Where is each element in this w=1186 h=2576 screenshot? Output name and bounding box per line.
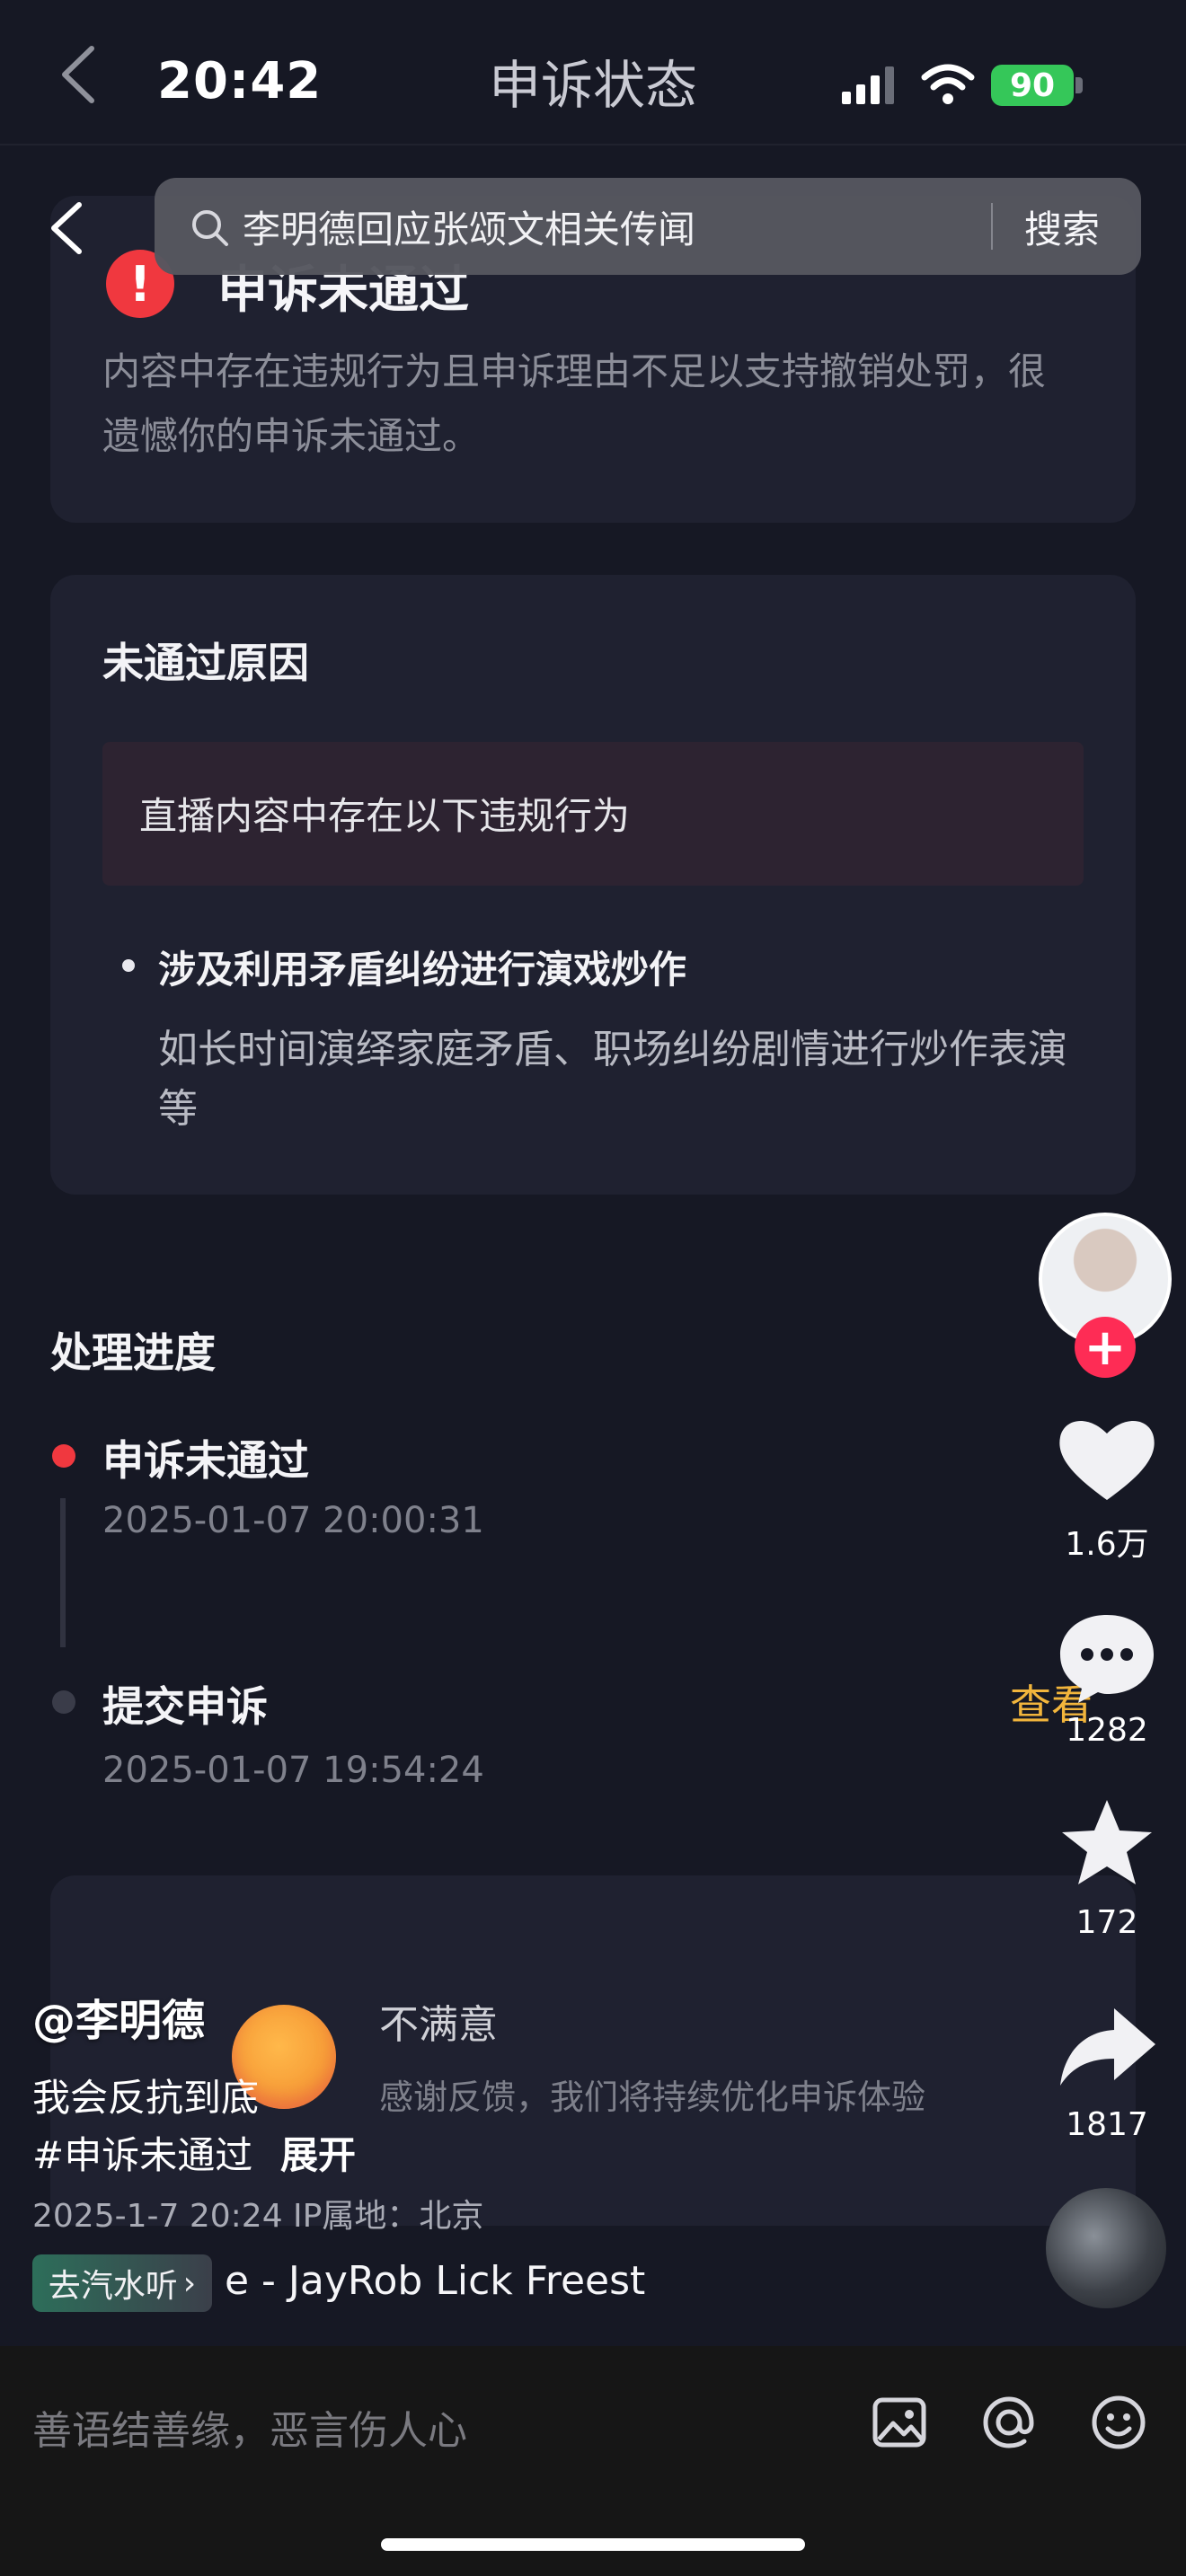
share-icon[interactable] [1051, 1999, 1163, 2098]
comment-input[interactable]: 善语结善缘，恶言伤人心 [32, 2398, 467, 2456]
step-time: 2025-01-07 19:54:24 [102, 1750, 484, 1791]
emoji-icon[interactable] [1087, 2391, 1150, 2454]
step-dot-current [52, 1444, 75, 1468]
expand-button[interactable]: 展开 [280, 2125, 356, 2180]
caption-hashtag[interactable]: #申诉未通过 [32, 2125, 252, 2180]
music-disc[interactable] [1046, 2188, 1166, 2308]
heart-icon[interactable] [1051, 1410, 1163, 1509]
star-icon[interactable] [1051, 1796, 1163, 1895]
step-dot [52, 1690, 75, 1714]
follow-button[interactable]: + [1075, 1317, 1136, 1378]
post-meta: 2025-1-7 20:24 IP属地：北京 [32, 2198, 484, 2235]
timeline-line [60, 1498, 66, 1647]
share-count: 1817 [1066, 2106, 1148, 2143]
reason-title: 未通过原因 [102, 639, 309, 687]
violation-description: 如长时间演绎家庭矛盾、职场纠纷剧情进行炒作表演等 [158, 1027, 1067, 1132]
at-mention-icon[interactable] [978, 2391, 1040, 2454]
like-count: 1.6万 [1065, 1526, 1149, 1563]
search-button[interactable]: 搜索 [1024, 199, 1100, 254]
caption-line: 我会反抗到底 [32, 2076, 260, 2120]
battery-indicator: 90 [991, 65, 1074, 106]
comment-count: 1282 [1066, 1712, 1148, 1749]
music-tag-label: 去汽水听 [48, 2268, 178, 2305]
music-title[interactable]: e - JayRob Lick Freest [225, 2258, 692, 2304]
step-label: 提交申诉 [102, 1682, 268, 1731]
violation-title: 涉及利用矛盾纠纷进行演戏炒作 [158, 948, 687, 992]
step-label: 申诉未通过 [102, 1436, 309, 1485]
battery-tip [1075, 77, 1083, 93]
back-arrow-icon[interactable] [47, 199, 86, 257]
search-query[interactable]: 李明德回应张颂文相关传闻 [243, 199, 695, 254]
status-description: 内容中存在违规行为且申诉理由不足以支持撤销处罚，很遗憾你的申诉未通过。 [102, 349, 1047, 458]
wifi-icon [921, 64, 975, 104]
music-tag[interactable]: 去汽水听 › [32, 2254, 212, 2312]
search-icon [192, 210, 228, 246]
search-divider [991, 203, 993, 250]
chevron-right-icon: › [182, 2264, 197, 2302]
feedback-title: 不满意 [379, 2002, 498, 2048]
bullet-point [122, 959, 135, 972]
image-icon[interactable] [868, 2391, 931, 2454]
cellular-signal-icon [842, 66, 894, 104]
favorite-count: 172 [1075, 1904, 1138, 1941]
home-indicator[interactable] [381, 2538, 805, 2551]
progress-title: 处理进度 [50, 1328, 216, 1377]
step-time: 2025-01-07 20:00:31 [102, 1500, 484, 1541]
feedback-description: 感谢反馈，我们将持续优化申诉体验 [379, 2078, 926, 2117]
comment-icon[interactable] [1051, 1608, 1163, 1707]
reason-box-text: 直播内容中存在以下违规行为 [139, 794, 631, 838]
author-name[interactable]: @李明德 [32, 1985, 205, 2048]
